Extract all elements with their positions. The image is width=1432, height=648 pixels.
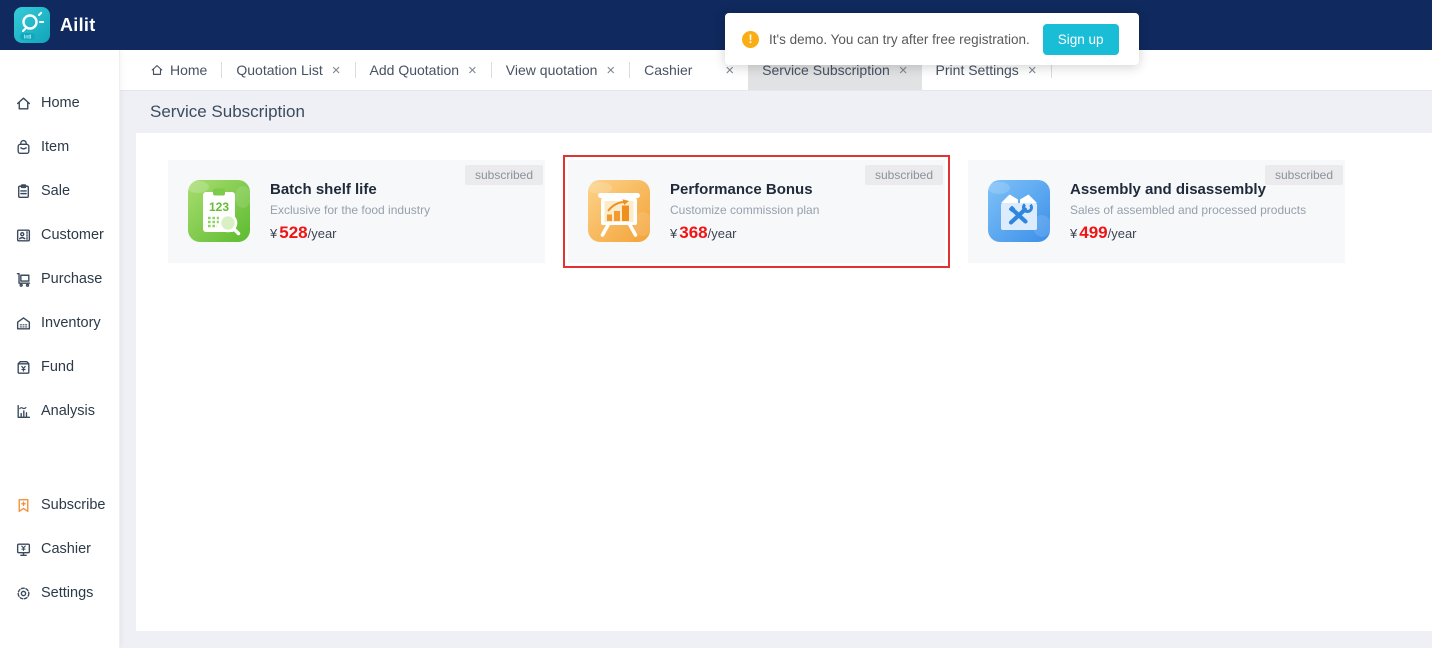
item-icon [17, 139, 30, 154]
currency-symbol: ¥ [670, 226, 678, 241]
card-performance-bonus[interactable]: subscribed Performance Bonus Customize c… [563, 155, 950, 268]
sidebar-item-settings[interactable]: Settings [0, 571, 119, 615]
settings-icon [17, 586, 30, 600]
price-value: 499 [1079, 223, 1108, 242]
tab-view-quotation[interactable]: View quotation × [492, 50, 629, 90]
currency-symbol: ¥ [270, 226, 278, 241]
sidebar-item-label: Purchase [41, 271, 103, 287]
batch-shelf-life-icon: 123 [188, 180, 250, 242]
sidebar-item-label: Settings [41, 585, 94, 601]
close-icon[interactable]: × [606, 63, 615, 78]
top-navbar: Intl Ailit [0, 0, 1432, 50]
home-icon [151, 65, 163, 75]
subscribed-badge: subscribed [1264, 165, 1343, 185]
page-title: Service Subscription [150, 102, 305, 121]
tab-quotation-list[interactable]: Quotation List × [222, 50, 354, 90]
tab-label: View quotation [505, 62, 598, 78]
tab-label: Quotation List [236, 62, 323, 78]
price-period: /year [707, 226, 737, 241]
sidebar-item-label: Customer [41, 227, 104, 243]
icon-label: 123 [209, 200, 229, 214]
price-period: /year [307, 226, 337, 241]
subscription-cards-row: subscribed 123 Batch shelf life Exclusiv… [136, 133, 1432, 268]
close-icon[interactable]: × [468, 63, 477, 78]
customer-icon [16, 228, 31, 242]
performance-bonus-icon [588, 180, 650, 242]
currency-symbol: ¥ [1070, 226, 1078, 241]
warning-icon: ! [742, 30, 759, 48]
main-content: Home Quotation List × Add Quotation × Vi… [120, 50, 1432, 648]
tab-label: Cashier [644, 62, 693, 78]
assembly-disassembly-icon [988, 180, 1050, 242]
price-value: 368 [679, 223, 708, 242]
sign-up-button[interactable]: Sign up [1042, 23, 1119, 55]
sidebar-item-customer[interactable]: Customer [0, 213, 119, 257]
sidebar-item-label: Sale [41, 183, 71, 199]
card-batch-shelf-life[interactable]: subscribed 123 Batch shelf life Exclusiv… [168, 160, 545, 263]
content-panel: subscribed 123 Batch shelf life Exclusiv… [136, 133, 1432, 631]
tab-label: Home [170, 62, 208, 78]
inventory-icon [16, 316, 31, 330]
sidebar-item-sale[interactable]: Sale [0, 169, 119, 213]
sidebar-item-purchase[interactable]: Purchase [0, 257, 119, 301]
sidebar-item-inventory[interactable]: Inventory [0, 301, 119, 345]
page-header: Service Subscription [120, 91, 1432, 133]
price-value: 528 [279, 223, 308, 242]
sidebar-item-label: Fund [41, 359, 75, 375]
tab-home[interactable]: Home [136, 50, 221, 90]
purchase-icon [16, 272, 31, 287]
fund-icon [17, 360, 30, 374]
brand-name: Ailit [60, 14, 96, 35]
subscribe-icon [18, 498, 29, 512]
sidebar-item-label: Subscribe [41, 497, 106, 513]
app-logo-icon: Intl [14, 7, 50, 43]
card-price: ¥ 499 /year [1070, 223, 1345, 243]
home-icon [16, 96, 31, 110]
card-subtitle: Exclusive for the food industry [270, 203, 431, 217]
card-subtitle: Sales of assembled and processed product… [1070, 203, 1307, 217]
sidebar-item-subscribe[interactable]: Subscribe [0, 483, 119, 527]
sidebar: Home Item Sale Customer Purchase Invento… [0, 50, 120, 648]
sidebar-item-label: Item [41, 139, 70, 155]
price-period: /year [1107, 226, 1137, 241]
card-subtitle: Customize commission plan [670, 203, 820, 217]
demo-banner-text: It's demo. You can try after free regist… [769, 31, 1030, 47]
sidebar-item-fund[interactable]: Fund [0, 345, 119, 389]
card-assembly-disassembly[interactable]: subscribed Assembly and disassembly Sale… [968, 160, 1345, 263]
sidebar-item-label: Home [41, 95, 80, 111]
analysis-icon [17, 404, 31, 418]
card-price: ¥ 368 /year [670, 223, 945, 243]
sidebar-item-home[interactable]: Home [0, 81, 119, 125]
tab-add-quotation[interactable]: Add Quotation × [356, 50, 491, 90]
logo-badge-label: Intl [24, 34, 31, 40]
cashier-icon [16, 542, 31, 556]
sidebar-item-cashier[interactable]: Cashier [0, 527, 119, 571]
tab-label: Add Quotation [369, 62, 460, 78]
sidebar-item-analysis[interactable]: Analysis [0, 389, 119, 433]
sidebar-item-item[interactable]: Item [0, 125, 119, 169]
sidebar-item-label: Cashier [41, 541, 91, 557]
sidebar-item-label: Inventory [41, 315, 101, 331]
card-price: ¥ 528 /year [270, 223, 545, 243]
subscribed-badge: subscribed [464, 165, 543, 185]
sale-icon [18, 183, 29, 198]
close-icon[interactable]: × [332, 63, 341, 78]
demo-banner: ! It's demo. You can try after free regi… [725, 13, 1139, 65]
sidebar-item-label: Analysis [41, 403, 95, 419]
subscribed-badge: subscribed [864, 165, 943, 185]
